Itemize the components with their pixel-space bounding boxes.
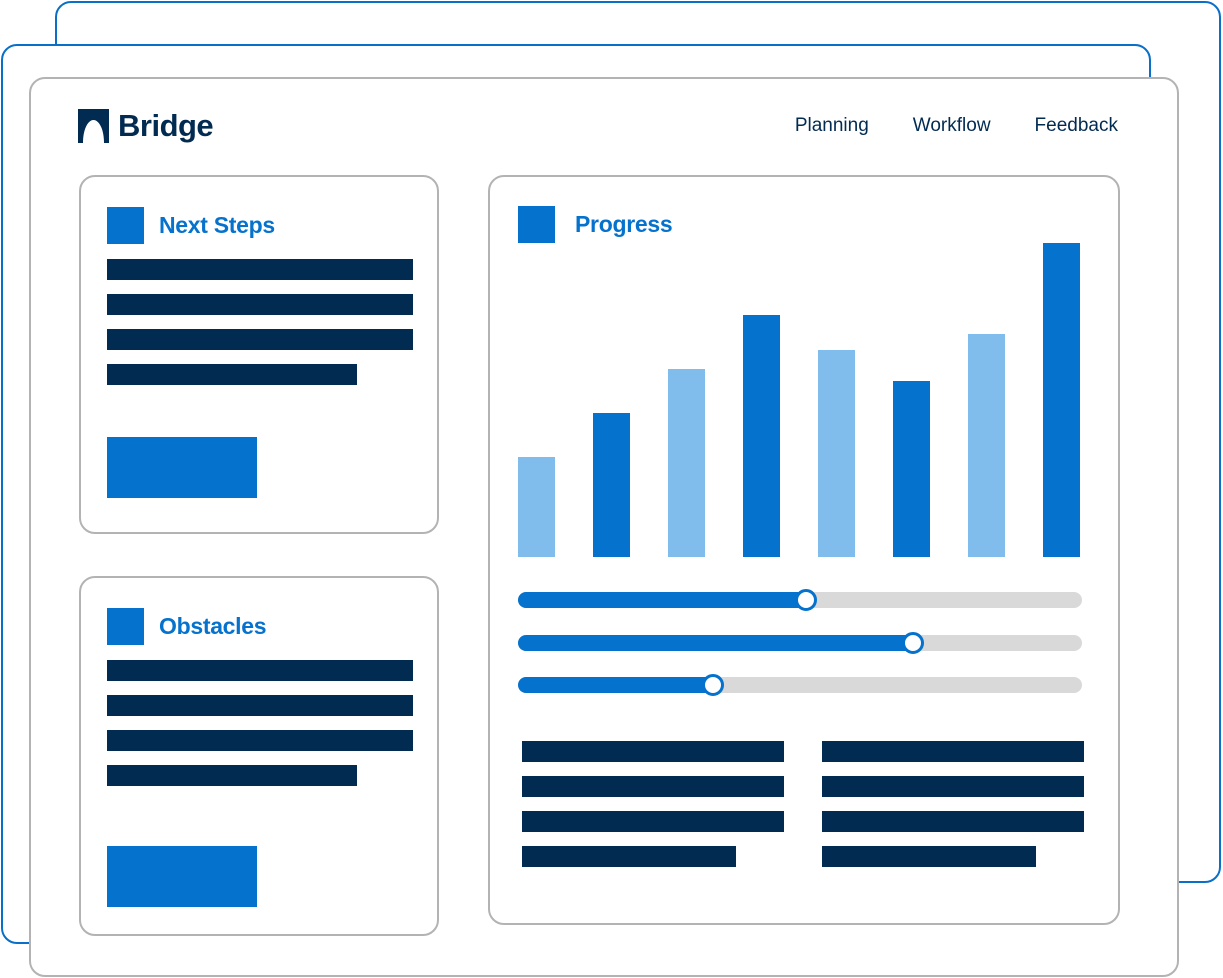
app-name: Bridge xyxy=(118,108,214,143)
next-steps-title: Next Steps xyxy=(159,212,275,238)
chart-bar xyxy=(893,381,930,557)
text-line-placeholder xyxy=(522,741,784,762)
text-line-placeholder xyxy=(107,660,413,681)
top-nav: Planning Workflow Feedback xyxy=(795,115,1118,137)
text-line-placeholder xyxy=(522,776,784,797)
text-line-placeholder xyxy=(107,765,357,786)
text-line-placeholder xyxy=(107,329,413,350)
main-window: Bridge Planning Workflow Feedback Next S… xyxy=(29,77,1179,977)
progress-card: Progress xyxy=(488,175,1120,925)
slider-handle[interactable] xyxy=(795,589,817,611)
obstacles-title: Obstacles xyxy=(159,613,267,639)
obstacles-card: Obstacles xyxy=(79,576,439,936)
obstacles-action-button[interactable] xyxy=(107,846,257,907)
chart-bar xyxy=(518,457,555,557)
text-line-placeholder xyxy=(822,811,1084,832)
slider-fill xyxy=(518,677,713,693)
text-line-placeholder xyxy=(822,846,1036,867)
text-line-placeholder xyxy=(107,294,413,315)
obstacles-text-block xyxy=(107,660,413,800)
chart-bar xyxy=(743,315,780,557)
text-line-placeholder xyxy=(822,741,1084,762)
nav-item-feedback[interactable]: Feedback xyxy=(1035,115,1118,137)
chart-bar xyxy=(1043,243,1080,557)
progress-square-icon xyxy=(518,206,555,243)
chart-bar xyxy=(818,350,855,557)
chart-bar xyxy=(668,369,705,557)
obstacles-square-icon xyxy=(107,608,144,645)
text-line-placeholder xyxy=(522,811,784,832)
slider-handle[interactable] xyxy=(902,632,924,654)
slider-handle[interactable] xyxy=(702,674,724,696)
progress-slider-3[interactable] xyxy=(518,674,1082,696)
next-steps-header: Next Steps xyxy=(107,207,275,244)
progress-title: Progress xyxy=(575,211,673,237)
text-line-placeholder xyxy=(107,695,413,716)
progress-text-block-right xyxy=(822,741,1084,881)
obstacles-header: Obstacles xyxy=(107,608,267,645)
text-line-placeholder xyxy=(822,776,1084,797)
progress-slider-2[interactable] xyxy=(518,632,1082,654)
bridge-logo-icon xyxy=(78,109,109,143)
text-line-placeholder xyxy=(107,259,413,280)
progress-slider-1[interactable] xyxy=(518,589,1082,611)
text-line-placeholder xyxy=(107,364,357,385)
next-steps-action-button[interactable] xyxy=(107,437,257,498)
slider-fill xyxy=(518,635,913,651)
next-steps-card: Next Steps xyxy=(79,175,439,534)
progress-text-block-left xyxy=(522,741,784,881)
nav-item-planning[interactable]: Planning xyxy=(795,115,869,137)
text-line-placeholder xyxy=(522,846,736,867)
progress-header: Progress xyxy=(518,206,673,243)
chart-bar xyxy=(593,413,630,557)
app-logo[interactable]: Bridge xyxy=(78,108,214,144)
progress-bar-chart xyxy=(518,241,1088,557)
next-steps-square-icon xyxy=(107,207,144,244)
slider-fill xyxy=(518,592,806,608)
nav-item-workflow[interactable]: Workflow xyxy=(913,115,991,137)
chart-bar xyxy=(968,334,1005,557)
text-line-placeholder xyxy=(107,730,413,751)
next-steps-text-block xyxy=(107,259,413,399)
